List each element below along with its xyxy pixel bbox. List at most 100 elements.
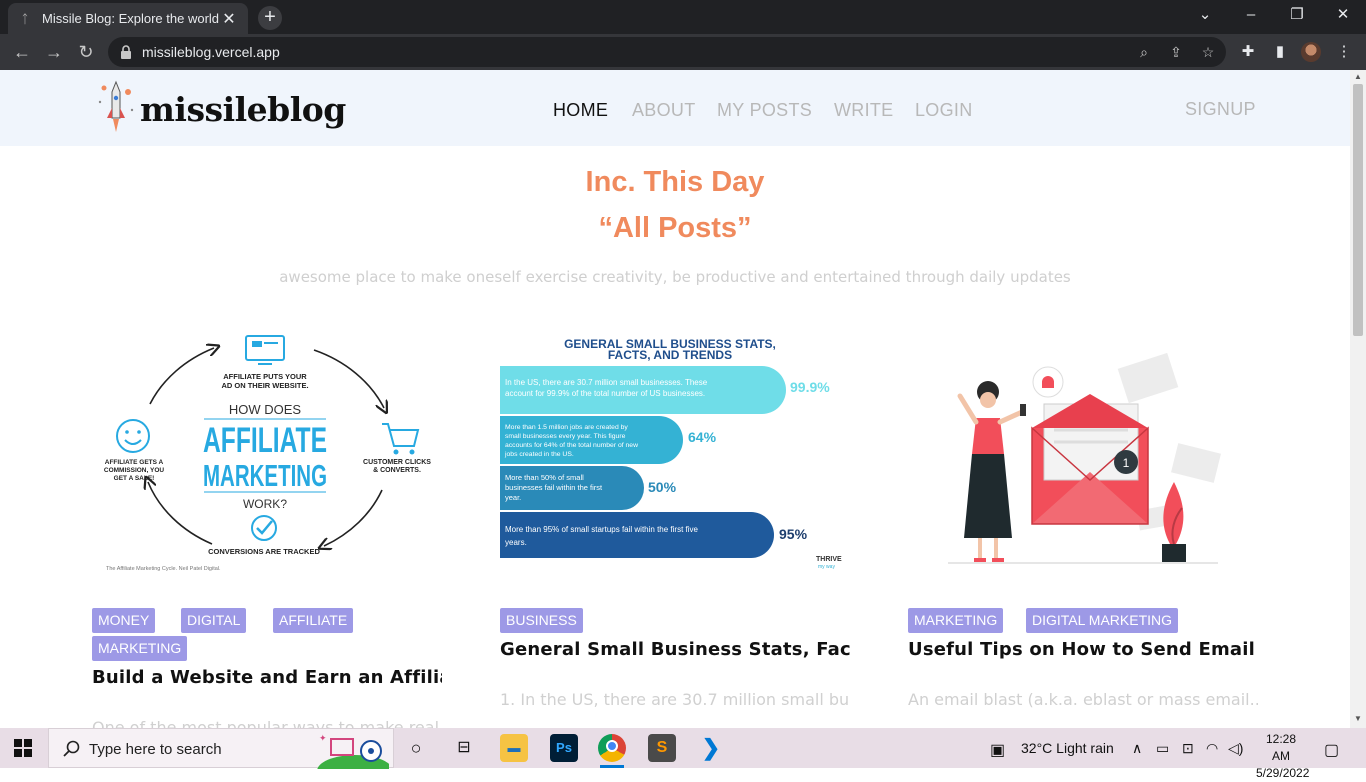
stat2-text2: small businesses every year. This figure bbox=[505, 433, 626, 440]
close-window-button[interactable]: ✕ bbox=[1320, 0, 1366, 32]
tag-digital[interactable]: DIGITAL bbox=[181, 608, 247, 633]
battery-icon[interactable]: ▭ bbox=[1156, 740, 1169, 757]
extensions-icon[interactable]: ✚ bbox=[1238, 42, 1258, 62]
stat1-text2: account for 99.9% of the total number of… bbox=[505, 389, 705, 398]
maximize-button[interactable]: ❐ bbox=[1274, 0, 1320, 32]
nav-about[interactable]: ABOUT bbox=[632, 100, 696, 121]
notifications-icon[interactable]: ▢ bbox=[1324, 740, 1339, 760]
post-excerpt: One of the most popular ways to make rea… bbox=[92, 718, 440, 728]
stat3-text2: businesses fail within the first bbox=[505, 483, 603, 492]
vscode-icon[interactable]: ❯ bbox=[697, 734, 725, 762]
affiliate-step4c: GET A SALE! bbox=[114, 475, 155, 482]
nav-signup[interactable]: SIGNUP bbox=[1185, 99, 1256, 120]
hero-title-line1: Inc. This Day bbox=[585, 166, 765, 198]
minimize-button[interactable]: – bbox=[1228, 0, 1274, 32]
stat4-value: 95% bbox=[779, 526, 808, 542]
stat2-text4: jobs created in the US. bbox=[504, 451, 574, 458]
tag-marketing[interactable]: MARKETING bbox=[908, 608, 1004, 633]
hero-title-line2: “All Posts” bbox=[598, 212, 752, 244]
post-title[interactable]: Useful Tips on How to Send Email B... bbox=[908, 639, 1258, 660]
thrive-brand: THRIVE bbox=[816, 556, 842, 563]
profile-avatar[interactable] bbox=[1301, 42, 1321, 62]
meet-now-icon[interactable]: ⊡ bbox=[1182, 740, 1194, 757]
tag-affiliate[interactable]: AFFILIATE bbox=[273, 608, 354, 633]
stat4-text2: years. bbox=[505, 538, 527, 547]
browser-toolbar: ← → ↻ missileblog.vercel.app ⌕ ⇪ ☆ ✚ ▮ ⋮ bbox=[0, 34, 1366, 70]
task-view-icon[interactable]: ⊟ bbox=[450, 734, 478, 762]
scroll-down-arrow-icon[interactable]: ▼ bbox=[1353, 714, 1363, 723]
stat4-text1: More than 95% of small startups fail wit… bbox=[505, 525, 699, 534]
taskbar-clock[interactable]: 12:28 AM 5/29/2022 bbox=[1256, 731, 1309, 782]
windows-taskbar: Type here to search ✦ ○ ⊟ ▬ Ps S ❯ ▣ 32°… bbox=[0, 728, 1366, 780]
address-bar[interactable]: missileblog.vercel.app ⌕ ⇪ ☆ bbox=[108, 37, 1226, 67]
tag-business[interactable]: BUSINESS bbox=[500, 608, 583, 633]
lock-icon bbox=[121, 45, 131, 59]
web-page: missileblog HOME ABOUT MY POSTS WRITE LO… bbox=[0, 70, 1350, 728]
nav-write[interactable]: WRITE bbox=[834, 100, 894, 121]
post-excerpt: An email blast (a.k.a. eblast or mass em… bbox=[908, 690, 1258, 709]
affiliate-step4: AFFILIATE GETS A bbox=[105, 459, 164, 466]
page-scrollbar[interactable]: ▲ ▼ bbox=[1350, 70, 1366, 728]
affiliate-step2: CUSTOMER CLICKS bbox=[363, 459, 431, 466]
back-icon[interactable]: ← bbox=[10, 40, 34, 64]
stat2-value: 64% bbox=[688, 429, 717, 445]
post-image-email[interactable]: 1 bbox=[908, 322, 1258, 577]
clock-time: 12:28 AM bbox=[1265, 732, 1297, 763]
search-highlight-illustration-icon: ✦ bbox=[317, 734, 389, 769]
zoom-icon[interactable]: ⌕ bbox=[1134, 42, 1154, 62]
taskbar-search-placeholder: Type here to search bbox=[89, 741, 222, 758]
cortana-icon[interactable]: ○ bbox=[402, 734, 430, 762]
post-title[interactable]: Build a Website and Earn an Affilia... bbox=[92, 667, 442, 688]
post-image-affiliate[interactable]: AFFILIATE PUTS YOUR AD ON THEIR WEBSITE.… bbox=[92, 322, 442, 577]
nav-my-posts[interactable]: MY POSTS bbox=[717, 100, 812, 121]
scrollbar-thumb[interactable] bbox=[1353, 84, 1363, 336]
sublime-text-icon[interactable]: S bbox=[648, 734, 676, 762]
close-tab-icon[interactable]: ✕ bbox=[220, 9, 238, 29]
tab-title: Missile Blog: Explore the world bbox=[42, 11, 220, 26]
affiliate-big-word: AFFILIATE bbox=[203, 421, 327, 460]
tray-chevron-icon[interactable]: ∧ bbox=[1132, 740, 1142, 757]
site-navbar: missileblog HOME ABOUT MY POSTS WRITE LO… bbox=[0, 70, 1350, 146]
tab-search-icon[interactable]: ⌄ bbox=[1182, 0, 1228, 32]
share-icon[interactable]: ⇪ bbox=[1166, 42, 1186, 62]
forward-icon[interactable]: → bbox=[42, 40, 66, 64]
post-image-business-stats[interactable]: GENERAL SMALL BUSINESS STATS, FACTS, AND… bbox=[500, 322, 850, 577]
tag-digital-marketing[interactable]: DIGITAL MARKETING bbox=[1026, 608, 1179, 633]
side-panel-icon[interactable]: ▮ bbox=[1270, 42, 1290, 62]
photoshop-icon[interactable]: Ps bbox=[550, 734, 578, 762]
windows-start-icon[interactable] bbox=[14, 739, 32, 757]
volume-icon[interactable]: ◁) bbox=[1228, 740, 1243, 757]
weather-icon[interactable]: ▣ bbox=[990, 740, 1005, 760]
post-excerpt: 1. In the US, there are 30.7 million sma… bbox=[500, 690, 850, 709]
weather-text[interactable]: 32°C Light rain bbox=[1021, 740, 1114, 756]
taskbar-search-box[interactable]: Type here to search ✦ bbox=[48, 728, 394, 769]
url-text: missileblog.vercel.app bbox=[142, 44, 280, 60]
site-logo-text[interactable]: missileblog bbox=[140, 90, 346, 129]
stat1-value: 99.9% bbox=[790, 379, 830, 395]
affiliate-how-does: HOW DOES bbox=[229, 402, 302, 417]
file-explorer-icon[interactable]: ▬ bbox=[500, 734, 528, 762]
stat1-text1: In the US, there are 30.7 million small … bbox=[505, 378, 708, 387]
browser-tab-bar: ᛏ Missile Blog: Explore the world ✕ + ⌄ … bbox=[0, 0, 1366, 34]
stat3-text1: More than 50% of small bbox=[505, 473, 584, 482]
nav-home[interactable]: HOME bbox=[553, 100, 608, 121]
bookmark-star-icon[interactable]: ☆ bbox=[1198, 42, 1218, 62]
nav-login[interactable]: LOGIN bbox=[915, 100, 973, 121]
affiliate-step3: CONVERSIONS ARE TRACKED bbox=[208, 547, 320, 556]
affiliate-step2b: & CONVERTS. bbox=[373, 467, 421, 474]
affiliate-step4b: COMMISSION, YOU bbox=[104, 467, 164, 474]
reload-icon[interactable]: ↻ bbox=[74, 40, 98, 64]
affiliate-credit: The Affiliate Marketing Cycle. Neil Pate… bbox=[106, 566, 221, 572]
marketing-big-word: MARKETING bbox=[203, 458, 327, 493]
scroll-up-arrow-icon[interactable]: ▲ bbox=[1353, 72, 1363, 81]
browser-tab[interactable]: ᛏ Missile Blog: Explore the world ✕ bbox=[8, 3, 248, 34]
wifi-icon[interactable]: ◠ bbox=[1206, 740, 1218, 757]
chrome-icon[interactable] bbox=[598, 734, 626, 762]
menu-dots-icon[interactable]: ⋮ bbox=[1334, 42, 1354, 62]
rocket-favicon-icon: ᛏ bbox=[21, 11, 29, 26]
tag-marketing[interactable]: MARKETING bbox=[92, 636, 188, 661]
new-tab-button[interactable]: + bbox=[258, 6, 282, 30]
tag-money[interactable]: MONEY bbox=[92, 608, 156, 633]
svg-text:✦: ✦ bbox=[319, 734, 327, 744]
post-title[interactable]: General Small Business Stats, Fact... bbox=[500, 639, 850, 660]
